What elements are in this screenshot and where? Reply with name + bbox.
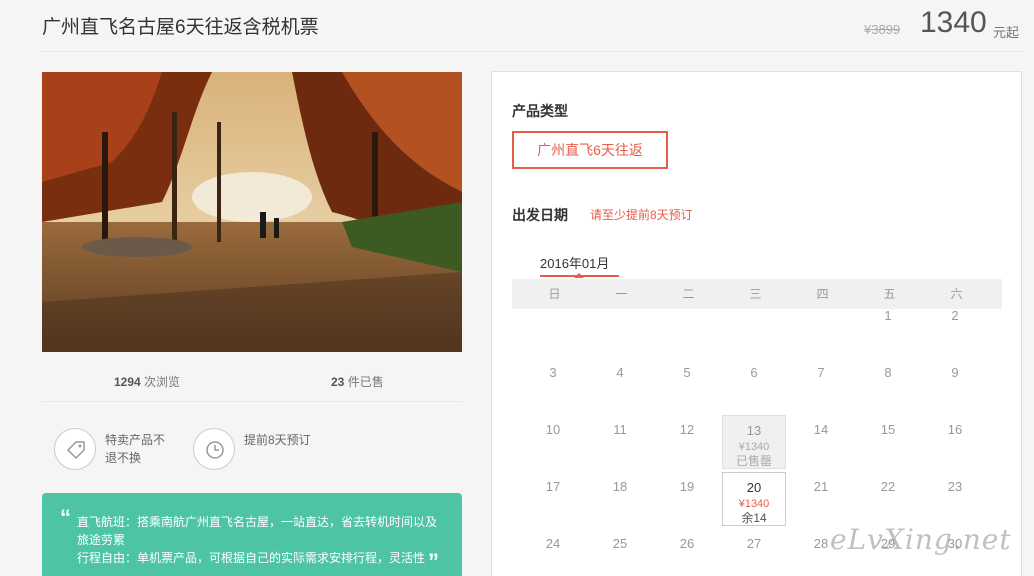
- day-number: 12: [679, 422, 695, 437]
- calendar-day: 7: [789, 358, 853, 412]
- calendar-day: 12: [655, 415, 719, 469]
- weekday-label: 日: [548, 287, 561, 301]
- day-number: 22: [880, 479, 896, 494]
- month-tab[interactable]: 2016年01月: [540, 253, 609, 272]
- day-number: 17: [545, 479, 561, 494]
- day-number: 3: [549, 365, 557, 380]
- booking-panel: 产品类型 广州直飞6天往返 出发日期 请至少提前8天预订 2016年01月 日 一…: [491, 71, 1022, 576]
- day-number: 2: [951, 308, 959, 323]
- page-header: 广州直飞名古屋6天往返含税机票 ¥3899 1340 元起: [0, 0, 1034, 52]
- day-price: ¥1340: [738, 441, 770, 453]
- calendar-day: 10: [521, 415, 585, 469]
- day-number: 1: [884, 308, 892, 323]
- weekday-label: 三: [749, 287, 762, 301]
- calendar-day: 11: [588, 415, 652, 469]
- open-quote-icon: “: [60, 505, 71, 530]
- calendar-day: 26: [655, 529, 719, 576]
- original-price: ¥3899: [864, 22, 901, 37]
- day-number: 21: [813, 479, 829, 494]
- price-unit: 元起: [993, 25, 1020, 40]
- calendar-day: 27: [722, 529, 786, 576]
- day-number: 27: [746, 536, 762, 551]
- highlight-text: 直飞航班：搭乘南航广州直飞名古屋，一站直达，省去转机时间以及旅途劳累 行程自由：…: [77, 515, 438, 565]
- calendar-day: 8: [856, 358, 920, 412]
- calendar-day: 5: [655, 358, 719, 412]
- calendar-day: 17: [521, 472, 585, 526]
- views-stat: 1294 次浏览: [114, 375, 181, 389]
- calendar-day: 18: [588, 472, 652, 526]
- weekday-label: 四: [816, 287, 829, 301]
- header-divider: [42, 51, 1022, 52]
- day-number: 8: [884, 365, 892, 380]
- day-price: ¥1340: [738, 498, 770, 510]
- day-number: 4: [616, 365, 624, 380]
- day-status: 余14: [741, 511, 767, 525]
- calendar-day: 1: [856, 301, 920, 355]
- day-number: 9: [951, 365, 959, 380]
- calendar-day: 14: [789, 415, 853, 469]
- day-number: 26: [679, 536, 695, 551]
- departure-date-label: 出发日期: [512, 207, 568, 223]
- calendar-day: 6: [722, 358, 786, 412]
- day-number: 20: [746, 480, 762, 495]
- day-number: 14: [813, 422, 829, 437]
- current-price: 1340: [920, 6, 987, 39]
- day-number: 24: [545, 536, 561, 551]
- feature-text: 提前8天预订: [244, 433, 311, 447]
- calendar-day: 22: [856, 472, 920, 526]
- day-number: 23: [947, 479, 963, 494]
- calendar-day: 25: [588, 529, 652, 576]
- day-number: 11: [613, 422, 627, 437]
- tag-icon: [54, 428, 96, 470]
- clock-icon: [193, 428, 235, 470]
- day-number: 16: [947, 422, 963, 437]
- day-number: 5: [683, 365, 691, 380]
- calendar-day: 3: [521, 358, 585, 412]
- feature-text: 特卖产品不退不换: [105, 433, 166, 465]
- calendar-day: 15: [856, 415, 920, 469]
- calendar-day: 23: [923, 472, 987, 526]
- day-number: 6: [750, 365, 758, 380]
- booking-hint: 请至少提前8天预订: [590, 208, 693, 222]
- product-photo: [42, 72, 462, 352]
- day-number: 19: [679, 479, 695, 494]
- day-number: 25: [612, 536, 628, 551]
- calendar-day: 24: [521, 529, 585, 576]
- product-type-label: 产品类型: [512, 103, 568, 119]
- day-number: 18: [612, 479, 628, 494]
- product-highlights: “ 直飞航班：搭乘南航广州直飞名古屋，一站直达，省去转机时间以及旅途劳累 行程自…: [42, 493, 462, 576]
- caret-up-icon: [574, 273, 584, 278]
- calendar-day: 21: [789, 472, 853, 526]
- day-number: 7: [817, 365, 825, 380]
- product-stats: 1294 次浏览 23 件已售: [42, 366, 462, 402]
- day-number: 15: [880, 422, 896, 437]
- close-quote-icon: ”: [428, 549, 439, 574]
- calendar-day: 2: [923, 301, 987, 355]
- weekday-label: 二: [682, 287, 695, 301]
- calendar-day: 19: [655, 472, 719, 526]
- watermark: eLvXing.net: [830, 523, 1012, 556]
- calendar-day: 16: [923, 415, 987, 469]
- calendar-day[interactable]: 20 ¥1340 余14: [722, 472, 786, 526]
- day-status: 已售罄: [735, 454, 772, 468]
- calendar-day: 9: [923, 358, 987, 412]
- calendar-day: 13 ¥1340 已售罄: [722, 415, 786, 469]
- day-number: 13: [746, 423, 762, 438]
- day-number: 10: [545, 422, 561, 437]
- calendar-day: 4: [588, 358, 652, 412]
- weekday-label: 一: [615, 287, 628, 301]
- page-title: 广州直飞名古屋6天往返含税机票: [42, 17, 319, 38]
- product-type-option[interactable]: 广州直飞6天往返: [512, 131, 668, 169]
- sold-stat: 23 件已售: [331, 375, 384, 389]
